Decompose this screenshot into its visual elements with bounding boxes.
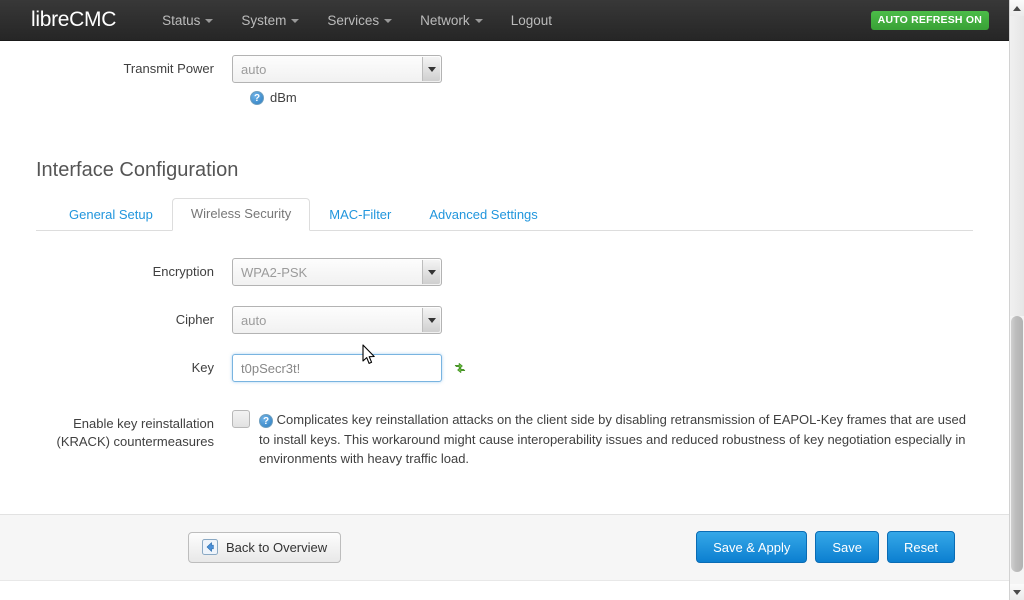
nav-item-status[interactable]: Status bbox=[148, 0, 227, 41]
tab-bar: General Setup Wireless Security MAC-Filt… bbox=[36, 198, 973, 231]
key-input[interactable] bbox=[232, 354, 442, 382]
encryption-value: WPA2-PSK bbox=[241, 264, 308, 280]
chevron-down-icon bbox=[291, 18, 300, 23]
cipher-field: auto bbox=[232, 306, 973, 334]
krack-label-line1: Enable key reinstallation bbox=[73, 416, 214, 431]
tab-wireless-security[interactable]: Wireless Security bbox=[171, 198, 311, 231]
chevron-down-icon bbox=[1013, 589, 1021, 595]
brand-logo[interactable]: libreCMC bbox=[31, 8, 116, 32]
key-field bbox=[232, 354, 973, 382]
nav-item-label: Logout bbox=[510, 12, 552, 28]
nav-item-label: System bbox=[241, 12, 287, 28]
chevron-down-icon bbox=[384, 18, 393, 23]
back-to-overview-button[interactable]: Back to Overview bbox=[188, 531, 342, 563]
cipher-row: Cipher auto bbox=[36, 306, 973, 334]
save-button[interactable]: Save bbox=[815, 531, 880, 563]
krack-label-line2: (KRACK) countermeasures bbox=[56, 434, 215, 449]
transmit-power-row: Transmit Power auto bbox=[36, 55, 973, 83]
encryption-select[interactable]: WPA2-PSK bbox=[232, 258, 442, 286]
encryption-field: WPA2-PSK bbox=[232, 258, 973, 286]
nav-item-label: Services bbox=[327, 12, 380, 28]
select-dropdown-button[interactable] bbox=[422, 308, 440, 332]
nav-item-label: Network bbox=[420, 12, 470, 28]
chevron-down-icon bbox=[427, 317, 436, 323]
cipher-select[interactable]: auto bbox=[232, 306, 442, 334]
transmit-power-value: auto bbox=[241, 61, 267, 77]
krack-label: Enable key reinstallation (KRACK) counte… bbox=[36, 410, 232, 451]
krack-description-text: Complicates key reinstallation attacks o… bbox=[259, 412, 966, 466]
select-dropdown-button[interactable] bbox=[422, 57, 440, 81]
help-question-icon[interactable]: ? bbox=[250, 90, 264, 105]
auto-refresh-badge[interactable]: AUTO REFRESH ON bbox=[870, 11, 989, 30]
select-dropdown-button[interactable] bbox=[422, 260, 440, 284]
encryption-label: Encryption bbox=[152, 264, 214, 279]
back-to-overview-label: Back to Overview bbox=[226, 539, 328, 555]
page-title: Interface Configuration bbox=[36, 159, 239, 181]
nav-item-label: Status bbox=[162, 12, 201, 28]
vertical-scrollbar[interactable] bbox=[1009, 0, 1024, 600]
scrollbar-thumb[interactable] bbox=[1011, 316, 1023, 572]
nav-menu: Status System Services Network Logout bbox=[148, 0, 566, 40]
chevron-down-icon bbox=[427, 66, 436, 72]
scrollbar-up-button[interactable] bbox=[1010, 0, 1024, 16]
refresh-reveal-icon[interactable] bbox=[452, 360, 468, 376]
cipher-label: Cipher bbox=[175, 312, 214, 327]
nav-item-network[interactable]: Network bbox=[406, 0, 497, 41]
back-arrow-icon bbox=[202, 539, 218, 555]
chevron-down-icon bbox=[205, 18, 214, 23]
save-button-group: Save & Apply Save Reset bbox=[696, 531, 955, 563]
reset-button[interactable]: Reset bbox=[887, 531, 955, 563]
krack-row: Enable key reinstallation (KRACK) counte… bbox=[36, 410, 973, 469]
transmit-power-label: Transmit Power bbox=[123, 61, 214, 76]
encryption-row: Encryption WPA2-PSK bbox=[36, 258, 973, 286]
scrollbar-track[interactable] bbox=[1010, 16, 1024, 316]
scrollbar-down-button[interactable] bbox=[1010, 584, 1024, 600]
page-body: Transmit Power auto ? dBm Interface Conf… bbox=[0, 41, 1009, 600]
chevron-down-icon bbox=[474, 18, 483, 23]
key-label: Key bbox=[191, 360, 214, 375]
krack-checkbox-block: ? Complicates key reinstallation attacks… bbox=[232, 410, 973, 469]
tab-general-setup[interactable]: General Setup bbox=[50, 199, 172, 231]
help-question-icon[interactable]: ? bbox=[259, 413, 273, 428]
save-apply-button[interactable]: Save & Apply bbox=[696, 531, 808, 563]
form-content: Transmit Power auto ? dBm Interface Conf… bbox=[0, 41, 1009, 469]
chevron-down-icon bbox=[427, 269, 436, 275]
tab-mac-filter[interactable]: MAC-Filter bbox=[310, 199, 410, 231]
transmit-power-unit-row: ? dBm bbox=[250, 90, 973, 105]
transmit-power-select[interactable]: auto bbox=[232, 55, 442, 83]
chevron-up-icon bbox=[1013, 5, 1021, 11]
key-row: Key bbox=[36, 354, 973, 382]
action-bar-inner: Back to Overview Save & Apply Save Reset bbox=[36, 531, 973, 563]
nav-item-services[interactable]: Services bbox=[313, 0, 406, 41]
nav-item-system[interactable]: System bbox=[227, 0, 313, 41]
nav-item-logout[interactable]: Logout bbox=[497, 0, 566, 41]
transmit-power-field: auto bbox=[232, 55, 973, 83]
top-navbar: libreCMC Status System Services Network … bbox=[0, 0, 1009, 41]
krack-description-block: ? Complicates key reinstallation attacks… bbox=[259, 410, 973, 469]
action-bar: Back to Overview Save & Apply Save Reset bbox=[0, 513, 1009, 581]
tab-advanced-settings[interactable]: Advanced Settings bbox=[410, 199, 556, 231]
transmit-power-unit: dBm bbox=[270, 90, 297, 105]
krack-field: ? Complicates key reinstallation attacks… bbox=[232, 410, 973, 469]
krack-checkbox[interactable] bbox=[232, 410, 250, 428]
cipher-value: auto bbox=[241, 312, 267, 328]
